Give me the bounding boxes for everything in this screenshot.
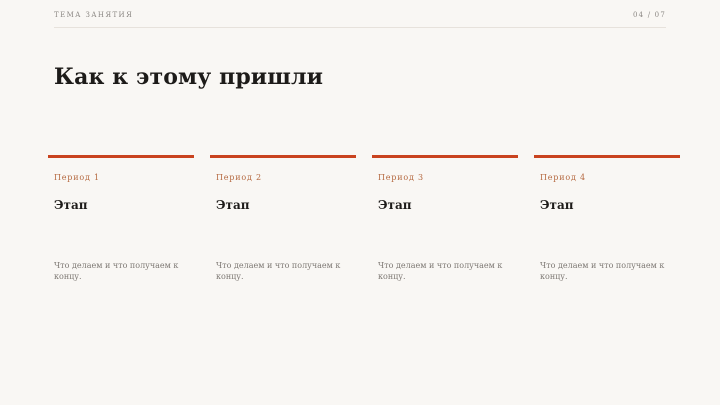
timeline-item: Период 3 Этап Что делаем и что получаем … <box>372 155 518 315</box>
timeline: Период 1 Этап Что делаем и что получаем … <box>48 155 684 315</box>
timeline-accent-bar <box>210 155 356 158</box>
stage-heading: Этап <box>378 198 412 212</box>
timeline-item: Период 4 Этап Что делаем и что получаем … <box>534 155 680 315</box>
stage-description: Что делаем и что получаем к концу. <box>378 261 503 281</box>
period-label: Период 4 <box>540 173 586 182</box>
timeline-item: Период 2 Этап Что делаем и что получаем … <box>210 155 356 315</box>
timeline-accent-bar <box>534 155 680 158</box>
slide-title: Как к этому пришли <box>54 64 323 90</box>
timeline-accent-bar <box>48 155 194 158</box>
stage-description: Что делаем и что получаем к концу. <box>216 261 341 281</box>
timeline-item: Период 1 Этап Что делаем и что получаем … <box>48 155 194 315</box>
period-label: Период 1 <box>54 173 100 182</box>
timeline-accent-bar <box>372 155 518 158</box>
slide-header: ТЕМА ЗАНЯТИЯ 04 / 07 <box>54 0 666 28</box>
stage-heading: Этап <box>216 198 250 212</box>
stage-heading: Этап <box>540 198 574 212</box>
period-label: Период 3 <box>378 173 424 182</box>
stage-heading: Этап <box>54 198 88 212</box>
stage-description: Что делаем и что получаем к концу. <box>540 261 665 281</box>
period-label: Период 2 <box>216 173 262 182</box>
stage-description: Что делаем и что получаем к концу. <box>54 261 179 281</box>
page-indicator: 04 / 07 <box>632 11 666 19</box>
topic-label: ТЕМА ЗАНЯТИЯ <box>54 11 134 19</box>
